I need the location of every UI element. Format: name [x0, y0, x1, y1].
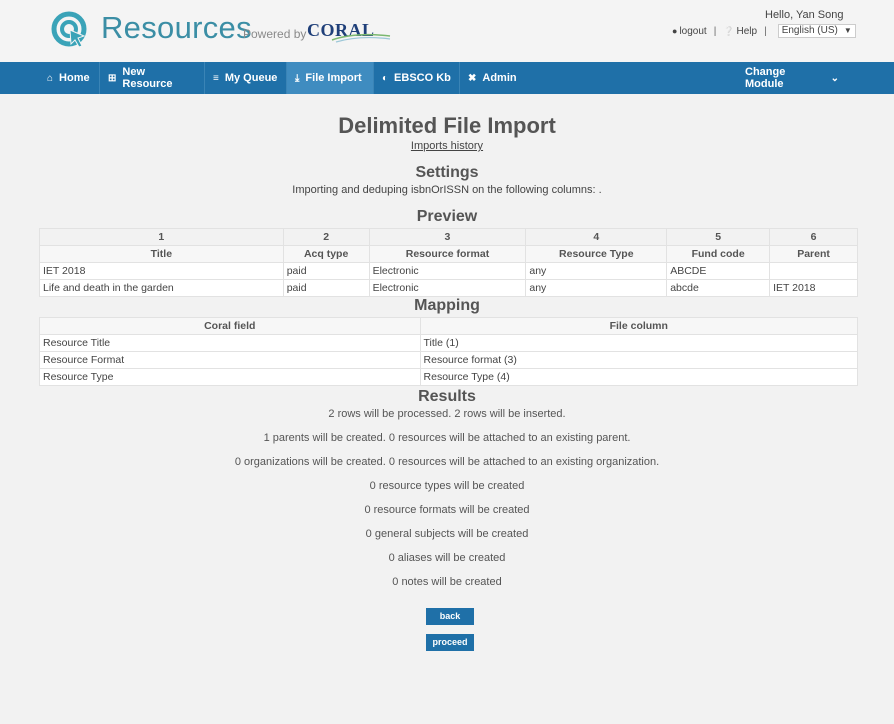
download-icon: ⤓	[295, 72, 300, 84]
result-line: 0 resource types will be created	[369, 480, 525, 492]
result-line: 0 general subjects will be created	[365, 528, 529, 540]
column-header: Acq type	[282, 245, 370, 263]
nav-item-admin[interactable]: ✖ Admin	[460, 62, 528, 94]
nav-item-ebsco-kb[interactable]: ◐ EBSCO Kb	[374, 62, 460, 94]
question-icon: ❔	[723, 25, 735, 36]
help-link[interactable]: ❔ Help	[723, 26, 757, 37]
nav-label: New Resource	[122, 66, 173, 90]
column-number: 6	[769, 228, 858, 246]
table-cell: IET 2018	[39, 262, 284, 280]
column-header: Resource Type	[525, 245, 668, 263]
table-cell: ABCDE	[666, 262, 771, 280]
user-greeting: Hello, Yan Song	[765, 9, 844, 21]
column-number: 3	[368, 228, 527, 246]
nav-label: EBSCO Kb	[394, 72, 451, 84]
separator: |	[764, 25, 767, 37]
table-header-row: Title Acq type Resource format Resource …	[39, 245, 858, 263]
settings-text: Importing and deduping isbnOrISSN on the…	[292, 184, 602, 196]
table-header-row: Coral field File column	[39, 317, 859, 335]
home-icon: ⌂	[47, 72, 54, 84]
nav-label: File Import	[305, 72, 362, 84]
table-cell: any	[525, 262, 668, 280]
table-row: Resource Type Resource Type (4)	[39, 368, 859, 386]
mapping-heading: Mapping	[414, 297, 480, 314]
result-line: 0 organizations will be created. 0 resou…	[234, 456, 660, 468]
settings-heading: Settings	[415, 164, 479, 181]
table-cell: Resource Type (4)	[419, 368, 859, 386]
table-cell: any	[525, 279, 668, 297]
nav-item-file-import[interactable]: ⤓ File Import	[287, 62, 374, 94]
resources-logo-icon	[51, 11, 87, 48]
table-cell: Resource Title	[39, 334, 421, 352]
table-row: IET 2018 paid Electronic any ABCDE	[39, 262, 858, 280]
table-cell: Life and death in the garden	[39, 279, 284, 297]
table-cell: abcde	[666, 279, 771, 297]
page-title: Delimited File Import	[338, 113, 556, 138]
imports-history-link[interactable]: Imports history	[0, 140, 894, 152]
mapping-table: Coral field File column Resource Title T…	[39, 317, 859, 386]
table-cell	[769, 262, 858, 280]
table-cell: paid	[282, 279, 370, 297]
table-row: Life and death in the garden paid Electr…	[39, 279, 858, 297]
table-cell: Electronic	[368, 279, 527, 297]
nav-label: Home	[59, 72, 90, 84]
table-cell: Electronic	[368, 262, 527, 280]
app-title: Resources	[101, 10, 252, 45]
help-label: Help	[736, 25, 758, 37]
table-cell: Resource Format	[39, 351, 421, 369]
table-cell: IET 2018	[769, 279, 858, 297]
nav-label: Admin	[482, 72, 517, 84]
table-row: Resource Format Resource format (3)	[39, 351, 859, 369]
nav-item-new-resource[interactable]: ⊞ New Resource	[100, 62, 205, 94]
preview-table: 1 2 3 4 5 6 Title Acq type Resource form…	[39, 228, 858, 297]
dropdown-arrow-icon: ▼	[843, 26, 852, 35]
wrench-icon: ✖	[468, 72, 477, 84]
result-line: 0 aliases will be created	[388, 552, 506, 564]
column-header: Fund code	[666, 245, 771, 263]
coral-swoosh-icon	[331, 33, 391, 43]
column-number: 5	[666, 228, 771, 246]
column-header: File column	[419, 317, 859, 335]
column-header: Resource format	[368, 245, 527, 263]
user-icon: ●	[672, 26, 678, 36]
ebsco-icon: ◐	[382, 72, 389, 84]
nav-label: My Queue	[224, 72, 278, 84]
proceed-button[interactable]: proceed	[426, 634, 474, 651]
table-cell: paid	[282, 262, 370, 280]
change-module-menu[interactable]: Change Module ⌄	[737, 62, 847, 94]
nav-item-my-queue[interactable]: ≡ My Queue	[205, 62, 287, 94]
column-header: Parent	[769, 245, 858, 263]
result-line: 1 parents will be created. 0 resources w…	[263, 432, 631, 444]
table-cell: Title (1)	[419, 334, 859, 352]
result-line: 2 rows will be processed. 2 rows will be…	[328, 408, 566, 420]
main-nav: ⌂ Home ⊞ New Resource ≡ My Queue ⤓ File …	[0, 62, 894, 94]
logout-label: logout	[679, 25, 707, 37]
powered-by-label: Powered by	[243, 27, 307, 41]
preview-heading: Preview	[416, 208, 478, 225]
plus-square-icon: ⊞	[108, 72, 117, 84]
separator: |	[713, 25, 717, 37]
result-line: 0 notes will be created	[392, 576, 502, 588]
logout-link[interactable]: ● logout	[672, 26, 707, 37]
nav-item-home[interactable]: ⌂ Home	[39, 62, 100, 94]
column-header: Title	[39, 245, 284, 263]
language-value: English (US)	[781, 25, 838, 36]
stack-icon: ≡	[213, 72, 219, 84]
back-button[interactable]: back	[426, 608, 474, 625]
result-line: 0 resource formats will be created	[364, 504, 530, 516]
results-heading: Results	[418, 388, 476, 405]
header: Resources Powered by CORAL Hello, Yan So…	[0, 0, 894, 62]
column-number: 2	[282, 228, 370, 246]
column-header: Coral field	[39, 317, 421, 335]
column-number: 4	[525, 228, 668, 246]
change-module-label: Change Module	[745, 66, 786, 90]
table-row: 1 2 3 4 5 6	[39, 228, 858, 246]
table-cell: Resource format (3)	[419, 351, 859, 369]
user-links: ● logout | ❔ Help | English (US) ▼	[672, 24, 856, 38]
table-row: Resource Title Title (1)	[39, 334, 859, 352]
language-select[interactable]: English (US) ▼	[777, 24, 856, 38]
table-cell: Resource Type	[39, 368, 421, 386]
chevron-down-icon: ⌄	[830, 72, 839, 84]
column-number: 1	[39, 228, 284, 246]
